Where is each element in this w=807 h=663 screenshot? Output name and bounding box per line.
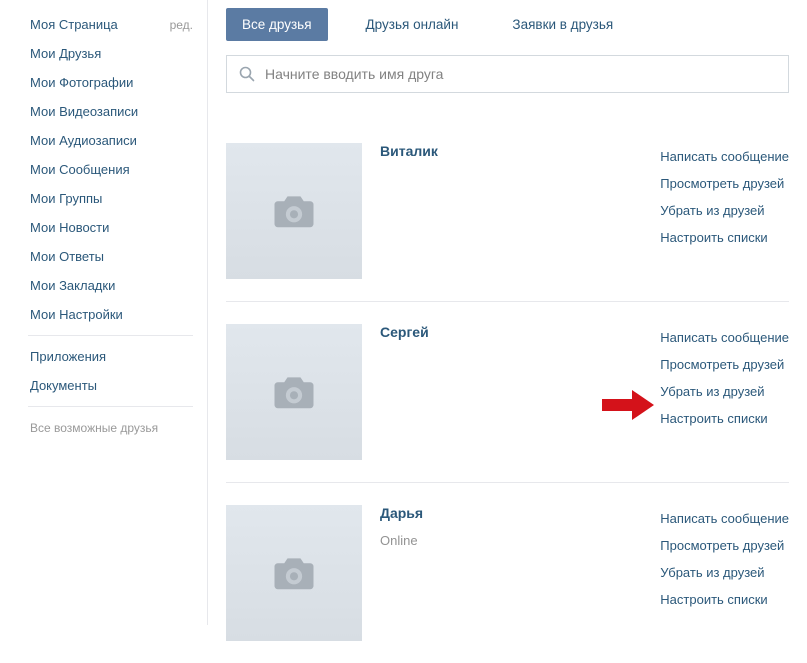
friend-row: СергейНаписать сообщениеПросмотреть друз… <box>226 302 789 483</box>
friend-action[interactable]: Убрать из друзей <box>660 378 789 405</box>
friend-action[interactable]: Написать сообщение <box>660 505 789 532</box>
friend-action[interactable]: Настроить списки <box>660 586 789 613</box>
sidebar-item[interactable]: Документы <box>20 371 207 400</box>
friend-action[interactable]: Убрать из друзей <box>660 197 789 224</box>
sidebar-divider <box>28 335 193 336</box>
friend-actions: Написать сообщениеПросмотреть друзейУбра… <box>660 143 789 251</box>
sidebar-item[interactable]: Мои Группы <box>20 184 207 213</box>
friend-action[interactable]: Просмотреть друзей <box>660 351 789 378</box>
sidebar-link[interactable]: Мои Ответы <box>30 249 104 264</box>
avatar[interactable] <box>226 505 362 641</box>
friend-row: ВиталикНаписать сообщениеПросмотреть дру… <box>226 121 789 302</box>
friend-action[interactable]: Написать сообщение <box>660 143 789 170</box>
friend-info: ДарьяOnlineНаписать сообщениеПросмотреть… <box>362 505 789 641</box>
tab[interactable]: Друзья онлайн <box>350 8 475 41</box>
search-box[interactable] <box>226 55 789 93</box>
search-input[interactable] <box>265 66 776 82</box>
friend-action[interactable]: Настроить списки <box>660 405 789 432</box>
sidebar-link[interactable]: Мои Видеозаписи <box>30 104 138 119</box>
tabs: Все друзья Друзья онлайн Заявки в друзья <box>226 8 789 41</box>
avatar[interactable] <box>226 324 362 460</box>
sidebar-link[interactable]: Мои Фотографии <box>30 75 133 90</box>
avatar[interactable] <box>226 143 362 279</box>
friend-action[interactable]: Убрать из друзей <box>660 559 789 586</box>
friend-action[interactable]: Просмотреть друзей <box>660 170 789 197</box>
tab[interactable]: Заявки в друзья <box>496 8 629 41</box>
sidebar-divider <box>28 406 193 407</box>
sidebar: Моя Страница ред. Мои Друзья Мои Фотографии… <box>0 0 208 625</box>
sidebar-item[interactable]: Мои Закладки <box>20 271 207 300</box>
friend-list: ВиталикНаписать сообщениеПросмотреть дру… <box>226 121 789 663</box>
sidebar-item[interactable]: Мои Сообщения <box>20 155 207 184</box>
sidebar-item[interactable]: Мои Видеозаписи <box>20 97 207 126</box>
sidebar-item[interactable]: Моя Страница ред. <box>20 10 207 39</box>
sidebar-link[interactable]: Мои Закладки <box>30 278 115 293</box>
friend-row: ДарьяOnlineНаписать сообщениеПросмотреть… <box>226 483 789 663</box>
sidebar-edit-label[interactable]: ред. <box>170 18 193 32</box>
sidebar-link[interactable]: Мои Сообщения <box>30 162 130 177</box>
tab[interactable]: Все друзья <box>226 8 328 41</box>
sidebar-link[interactable]: Мои Друзья <box>30 46 101 61</box>
friend-actions: Написать сообщениеПросмотреть друзейУбра… <box>660 324 789 432</box>
friend-actions: Написать сообщениеПросмотреть друзейУбра… <box>660 505 789 613</box>
sidebar-link[interactable]: Мои Новости <box>30 220 109 235</box>
arrow-icon <box>602 390 654 420</box>
sidebar-item[interactable]: Мои Новости <box>20 213 207 242</box>
friend-action[interactable]: Настроить списки <box>660 224 789 251</box>
sidebar-link[interactable]: Моя Страница <box>30 17 118 32</box>
sidebar-link[interactable]: Приложения <box>30 349 106 364</box>
main-content: Все друзья Друзья онлайн Заявки в друзья В… <box>208 0 807 663</box>
sidebar-item[interactable]: Мои Друзья <box>20 39 207 68</box>
sidebar-link[interactable]: Документы <box>30 378 97 393</box>
friend-action[interactable]: Написать сообщение <box>660 324 789 351</box>
sidebar-footer[interactable]: Все возможные друзья <box>20 413 207 443</box>
sidebar-item[interactable]: Мои Фотографии <box>20 68 207 97</box>
sidebar-item[interactable]: Приложения <box>20 342 207 371</box>
sidebar-item[interactable]: Мои Ответы <box>20 242 207 271</box>
friend-action[interactable]: Просмотреть друзей <box>660 532 789 559</box>
sidebar-link[interactable]: Мои Настройки <box>30 307 123 322</box>
sidebar-link[interactable]: Мои Группы <box>30 191 102 206</box>
sidebar-item[interactable]: Мои Аудиозаписи <box>20 126 207 155</box>
sidebar-link[interactable]: Мои Аудиозаписи <box>30 133 137 148</box>
sidebar-item[interactable]: Мои Настройки <box>20 300 207 329</box>
friend-info: ВиталикНаписать сообщениеПросмотреть дру… <box>362 143 789 279</box>
friend-info: СергейНаписать сообщениеПросмотреть друз… <box>362 324 789 460</box>
search-icon <box>239 66 255 82</box>
